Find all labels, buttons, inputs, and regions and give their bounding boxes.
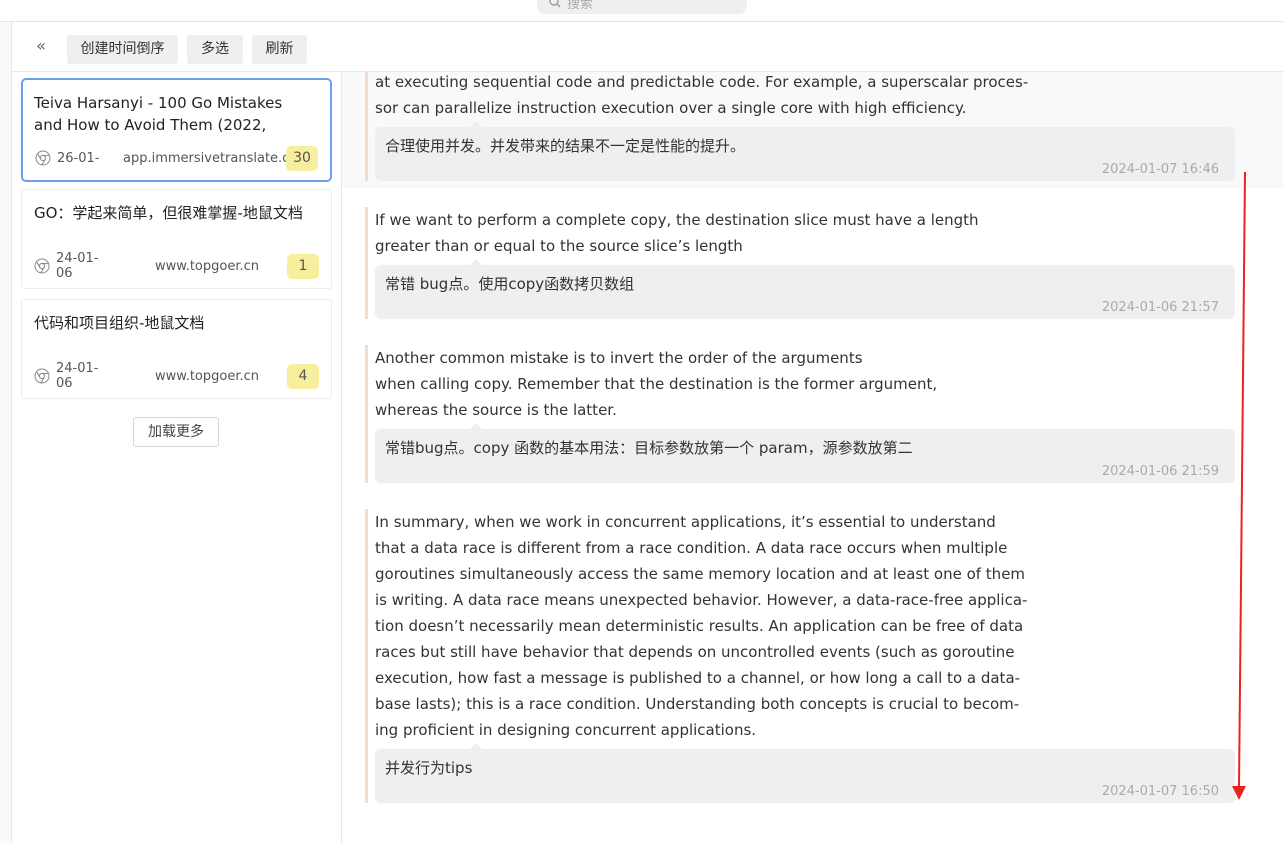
document-site: www.topgoer.cn bbox=[155, 258, 260, 274]
document-title: 代码和项目组织-地鼠文档 bbox=[34, 314, 205, 332]
document-date: 24-01-06 bbox=[56, 361, 99, 391]
highlights-panel: at executing sequential code and predict… bbox=[342, 72, 1283, 843]
document-date: 24-01-06 bbox=[56, 251, 99, 281]
chrome-icon bbox=[34, 368, 50, 384]
document-list: Teiva Harsanyi - 100 Go Mistakes and How… bbox=[12, 72, 342, 843]
highlight-text: Another common mistake is to invert the … bbox=[375, 349, 938, 419]
highlight-entry[interactable]: at executing sequential code and predict… bbox=[365, 72, 1235, 181]
document-meta: 26-01- app.immersivetranslate.com bbox=[35, 148, 325, 168]
highlight-text: If we want to perform a complete copy, t… bbox=[375, 211, 979, 255]
highlight-text: at executing sequential code and predict… bbox=[375, 73, 1029, 117]
note-timestamp: 2024-01-06 21:57 bbox=[1101, 300, 1219, 315]
chrome-icon bbox=[34, 258, 50, 274]
search-placeholder: 搜索 bbox=[567, 0, 594, 12]
document-meta: 24-01-06 www.topgoer.cn bbox=[34, 361, 324, 391]
highlight-entry[interactable]: In summary, when we work in concurrent a… bbox=[365, 509, 1235, 803]
collapse-sidebar-icon[interactable]: « bbox=[32, 36, 50, 56]
highlight-entry[interactable]: Another common mistake is to invert the … bbox=[365, 345, 1235, 483]
document-meta: 24-01-06 www.topgoer.cn bbox=[34, 251, 324, 281]
note-text: 合理使用并发。并发带来的结果不一定是性能的提升。 bbox=[385, 137, 746, 155]
document-title: GO：学起来简单，但很难掌握-地鼠文档 bbox=[34, 204, 303, 222]
note-box[interactable]: 合理使用并发。并发带来的结果不一定是性能的提升。 2024-01-07 16:4… bbox=[375, 121, 1235, 181]
note-text: 常错 bug点。使用copy函数拷贝数组 bbox=[385, 275, 635, 293]
note-box[interactable]: 常错bug点。copy 函数的基本用法：目标参数放第一个 param，源参数放第… bbox=[375, 423, 1235, 483]
note-box[interactable]: 并发行为tips 2024-01-07 16:50 bbox=[375, 743, 1235, 803]
left-rail bbox=[0, 22, 12, 843]
document-card[interactable]: 代码和项目组织-地鼠文档 24-01-06 www.topgoer.cn 4 bbox=[21, 299, 332, 399]
document-title: Teiva Harsanyi - 100 Go Mistakes and How… bbox=[34, 94, 283, 134]
highlight-count-badge: 4 bbox=[287, 364, 319, 389]
toolbar: « 创建时间倒序 多选 刷新 bbox=[12, 22, 1283, 72]
search-icon bbox=[549, 0, 561, 8]
refresh-button[interactable]: 刷新 bbox=[252, 35, 307, 64]
highlight-entry[interactable]: If we want to perform a complete copy, t… bbox=[365, 207, 1235, 319]
note-box[interactable]: 常错 bug点。使用copy函数拷贝数组 2024-01-06 21:57 bbox=[375, 259, 1235, 319]
document-site: www.topgoer.cn bbox=[155, 368, 260, 384]
sort-by-created-button[interactable]: 创建时间倒序 bbox=[67, 35, 178, 64]
note-timestamp: 2024-01-07 16:46 bbox=[1101, 162, 1219, 177]
load-more-button[interactable]: 加载更多 bbox=[133, 417, 219, 447]
note-timestamp: 2024-01-06 21:59 bbox=[1101, 464, 1219, 479]
chrome-icon bbox=[35, 150, 51, 166]
multi-select-button[interactable]: 多选 bbox=[187, 35, 243, 64]
note-text: 常错bug点。copy 函数的基本用法：目标参数放第一个 param，源参数放第… bbox=[385, 439, 913, 457]
document-card[interactable]: Teiva Harsanyi - 100 Go Mistakes and How… bbox=[21, 78, 332, 182]
highlight-count-badge: 30 bbox=[286, 146, 318, 171]
document-site: app.immersivetranslate.com bbox=[123, 150, 310, 166]
note-text: 并发行为tips bbox=[385, 759, 473, 777]
search-input[interactable]: 搜索 bbox=[537, 0, 747, 14]
document-card[interactable]: GO：学起来简单，但很难掌握-地鼠文档 24-01-06 www.topgoer… bbox=[21, 189, 332, 289]
highlight-count-badge: 1 bbox=[287, 254, 319, 279]
highlight-text: In summary, when we work in concurrent a… bbox=[375, 513, 1028, 739]
top-bar: 搜索 bbox=[0, 0, 1283, 22]
document-date: 26-01- bbox=[57, 150, 100, 166]
note-timestamp: 2024-01-07 16:50 bbox=[1101, 784, 1219, 799]
